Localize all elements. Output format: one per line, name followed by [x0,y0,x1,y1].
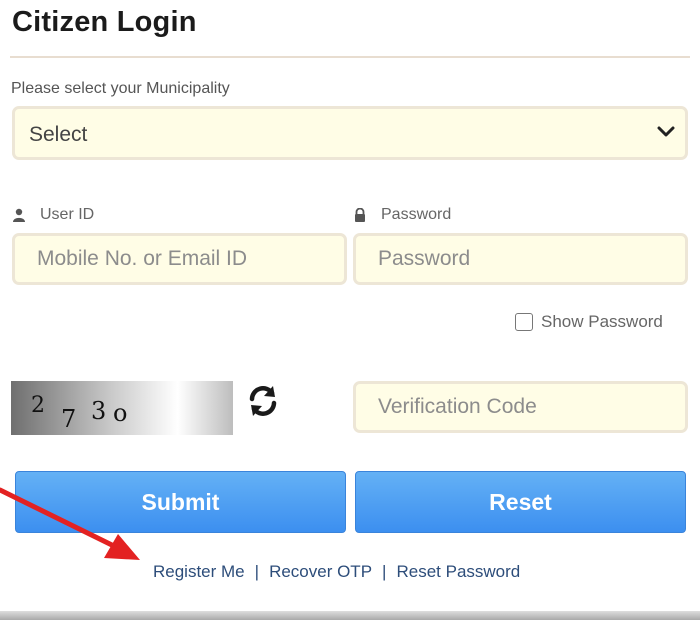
bottom-edge [0,611,700,620]
refresh-icon[interactable] [246,384,280,418]
municipality-select[interactable]: Select [12,106,688,160]
recover-otp-link[interactable]: Recover OTP [269,562,372,582]
reset-button[interactable]: Reset [355,471,686,533]
user-icon [13,208,25,222]
footer-links: Register Me | Recover OTP | Reset Passwo… [153,562,520,582]
user-id-label-row: User ID [12,206,94,224]
link-separator: | [382,562,387,581]
title-divider [10,56,690,58]
reset-password-link[interactable]: Reset Password [396,562,520,582]
password-input[interactable] [353,233,688,285]
user-id-input[interactable] [12,233,347,285]
password-label-row: Password [353,206,451,224]
link-separator: | [254,562,260,581]
show-password-toggle[interactable]: Show Password [515,312,663,332]
user-id-label: User ID [40,206,95,223]
show-password-label: Show Password [541,312,663,331]
annotation-arrow-icon [0,487,140,560]
municipality-label: Please select your Municipality [11,80,230,97]
chevron-down-icon [657,126,675,137]
password-label: Password [381,206,452,223]
show-password-checkbox[interactable] [515,313,533,331]
lock-icon [355,208,365,222]
verification-code-input[interactable] [353,381,688,433]
captcha-image: 2 7 3 o [11,381,233,435]
municipality-selected-value: Select [29,123,88,146]
page-title: Citizen Login [12,6,197,38]
